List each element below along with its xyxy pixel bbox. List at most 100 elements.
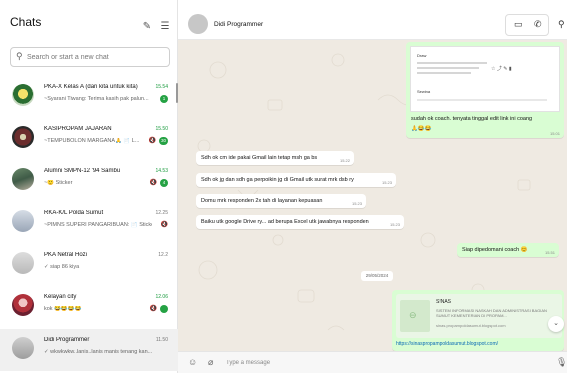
link-description: SISTEM INFORMASI NASKAH DAN ADMINISTRASI…	[436, 308, 547, 318]
mute-icon: 🔇	[160, 222, 168, 228]
chat-item-didi[interactable]: Didi Programmer 11.50 ✓ wkwkwkw..lanis..…	[0, 329, 178, 371]
chat-name: PKA Netral Hozi	[44, 252, 88, 258]
scroll-down-button[interactable]: ⌄	[548, 316, 564, 332]
chat-badges: 1	[160, 94, 168, 103]
unread-badge: 1	[160, 94, 168, 103]
emoji-icon[interactable]: ☺	[188, 357, 197, 367]
screenshot-line	[417, 62, 487, 64]
attach-icon[interactable]: ⌀	[208, 357, 213, 368]
chat-item-kasipropam[interactable]: KASIPROPAM JAJARAN 15.50 ~TEMPUBOLON MAR…	[0, 118, 178, 160]
search-icon: ⚲	[16, 51, 23, 61]
chats-title: Chats	[10, 15, 42, 29]
message-time: 15.01	[549, 131, 560, 136]
message-input[interactable]	[226, 357, 546, 369]
chat-item-pka-x[interactable]: PKA-X Kelas A (dari kita untuk kita) 15.…	[0, 76, 178, 118]
unread-badge: 4	[160, 178, 168, 187]
chat-name: PKA-X Kelas A (dari kita untuk kita)	[44, 84, 138, 90]
avatar	[12, 168, 34, 190]
message-text: Baiku utk google Drive ry... ad berupa E…	[201, 219, 369, 225]
contact-avatar[interactable]	[188, 14, 208, 34]
call-buttons: ▭ ✆	[505, 14, 549, 36]
chat-preview: ~TEMPUBOLON MARGANA🙏 📄 L...	[44, 138, 140, 144]
chat-time: 12.06	[155, 294, 168, 300]
search-icon[interactable]: ⚲	[558, 19, 565, 30]
incoming-message[interactable]: Sdh ok jg dan sdh ga perpoikin jg di Gma…	[196, 173, 396, 187]
link-icon: ⊖	[409, 310, 417, 320]
chat-item-rka[interactable]: RKA-K/L Polda Sumut 12.25 ~PIMNS SUPERI …	[0, 202, 178, 244]
new-chat-icon[interactable]: ✎	[140, 20, 154, 34]
chat-time: 12.2	[158, 252, 168, 258]
chat-preview: kok 😂😂😂😂	[44, 306, 82, 312]
screenshot-toolbar-icon: ☆ ⤴ ✎ ▮	[491, 66, 512, 72]
chat-name: Alumni SMPN-12 '94 Sambu	[44, 168, 121, 174]
chat-list-pane: Chats ✎ ☰ ⚲ PKA-X Kelas A (dari kita unt…	[0, 0, 178, 373]
screenshot-image[interactable]: Draw ☆ ⤴ ✎ ▮ Sewina	[410, 46, 560, 112]
microphone-icon[interactable]: 🎙	[556, 357, 567, 368]
conversation-header: Didi Programmer ▭ ✆ ⚲	[178, 0, 567, 40]
screenshot-line	[417, 67, 479, 69]
incoming-message[interactable]: Domu mrk responden 2x tah di layanan kep…	[196, 194, 366, 208]
unread-badge: 30	[158, 136, 168, 145]
date-chip: 29/05/2024	[361, 271, 393, 281]
outgoing-message[interactable]: Siap dipedomani coach 😊 15.51	[457, 243, 559, 257]
message-link[interactable]: https://sinaspropampoldasumut.blogspot.c…	[396, 341, 498, 347]
avatar	[12, 126, 34, 148]
chat-badges: 🔇 30	[148, 136, 168, 145]
chat-name: RKA-K/L Polda Sumut	[44, 210, 104, 216]
chat-time: 11.50	[155, 337, 168, 343]
message-text: sudah ok coach. tenyata tinggal edit lin…	[411, 116, 533, 122]
chat-time: 15.54	[155, 84, 168, 90]
chat-list-header: Chats ✎ ☰	[0, 0, 178, 40]
chat-preview: ✓ wkwkwkw..lanis..lanis manis tenang kan…	[44, 349, 152, 355]
chat-badges: 🔇	[161, 220, 168, 229]
mute-icon: 🔇	[149, 306, 157, 312]
screenshot-subtitle: Sewina	[417, 89, 431, 94]
message-text: Sdh ok jg dan sdh ga perpoikin jg di Gma…	[201, 177, 354, 183]
mute-icon: 🔇	[149, 180, 157, 186]
message-time: 15.22	[339, 158, 350, 163]
link-title: S!NAS	[436, 299, 452, 305]
chat-preview: ✓ siap 86 kiya	[44, 264, 80, 270]
search-input[interactable]	[27, 50, 165, 64]
video-call-icon[interactable]: ▭	[514, 19, 523, 30]
link-domain: sinas.propampoldasumut.blogspot.com	[436, 323, 506, 328]
message-time: 15.23	[351, 201, 362, 206]
chat-item-alumni[interactable]: Alumni SMPN-12 '94 Sambu 14.53 ~🙂 Sticke…	[0, 160, 178, 202]
voice-call-icon[interactable]: ✆	[534, 19, 542, 30]
chat-time: 14.53	[155, 168, 168, 174]
chat-item-kelayan[interactable]: Kelayan city 12.06 kok 😂😂😂😂 🔇	[0, 286, 178, 328]
message-emoji: 🙏😂😂	[411, 126, 432, 132]
avatar	[12, 294, 34, 316]
conversation-pane: Didi Programmer ▭ ✆ ⚲ Draw ☆ ⤴ ✎ ▮ Sewin…	[178, 0, 567, 373]
outgoing-image-message[interactable]: Draw ☆ ⤴ ✎ ▮ Sewina sudah ok coach. teny…	[406, 42, 564, 138]
message-text: Domu mrk responden 2x tah di layanan kep…	[201, 198, 323, 204]
incoming-message[interactable]: Sdh ok cm ide pakai Gmail lain tetap msh…	[196, 151, 354, 165]
mute-icon: 🔇	[148, 138, 156, 144]
chat-preview: ~🙂 Sticker	[44, 180, 73, 186]
chat-name: Didi Programmer	[44, 337, 90, 343]
composer: ☺ ⌀ 🎙	[178, 351, 567, 373]
filter-icon[interactable]: ☰	[158, 20, 172, 34]
message-text: Siap dipedomani coach 😊	[462, 247, 528, 253]
chat-badges: 🔇 4	[150, 178, 168, 187]
message-text: Sdh ok cm ide pakai Gmail lain tetap msh…	[201, 155, 318, 161]
link-preview-card[interactable]: ⊖ S!NAS SISTEM INFORMASI NASKAH DAN ADMI…	[396, 294, 562, 338]
message-time: 15.51	[544, 250, 555, 255]
avatar	[12, 252, 34, 274]
search-box[interactable]: ⚲	[10, 47, 170, 67]
avatar	[12, 84, 34, 106]
chat-time: 15.50	[155, 126, 168, 132]
outgoing-link-message[interactable]: ⊖ S!NAS SISTEM INFORMASI NASKAH DAN ADMI…	[392, 290, 564, 351]
message-area: Draw ☆ ⤴ ✎ ▮ Sewina sudah ok coach. teny…	[178, 40, 567, 351]
message-time: 15.23	[389, 222, 400, 227]
chat-time: 12.25	[155, 210, 168, 216]
incoming-message[interactable]: Baiku utk google Drive ry... ad berupa E…	[196, 215, 404, 229]
chat-badges: 🔇	[150, 304, 168, 313]
chat-item-pka-netral[interactable]: PKA Netral Hozi 12.2 ✓ siap 86 kiya	[0, 244, 178, 286]
chat-preview: ~PIMNS SUPERI PANGARIBUAN: 📄 Sticker	[44, 222, 152, 228]
screenshot-line	[417, 72, 471, 74]
message-time: 15.23	[381, 180, 392, 185]
avatar	[12, 210, 34, 232]
contact-name[interactable]: Didi Programmer	[214, 21, 263, 28]
chat-preview: ~Syarani Tiwang: Terima kasih pak palun.…	[44, 96, 149, 102]
